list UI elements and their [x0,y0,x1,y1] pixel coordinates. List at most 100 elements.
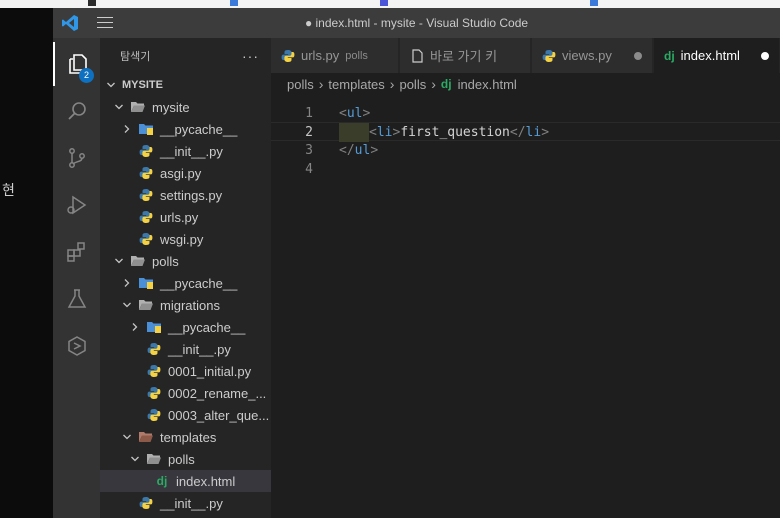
vscode-window: ● index.html - mysite - Visual Studio Co… [53,8,780,518]
file-icon [410,48,424,63]
title-bar: ● index.html - mysite - Visual Studio Co… [53,8,780,38]
tree-file[interactable]: dj index.html [100,470,271,492]
tree-item-label: __pycache__ [160,275,238,291]
tree-folder[interactable]: __pycache__ [100,272,271,294]
tree-file[interactable]: __init__.py [100,338,271,360]
code-line: 1 <ul> [271,104,780,123]
tree-item-label: asgi.py [160,165,202,181]
tree-item-label: settings.py [160,187,223,203]
chevron-right-icon[interactable] [128,320,142,334]
tab-index-html[interactable]: dj index.html [654,38,780,73]
tree-folder[interactable]: __pycache__ [100,118,271,140]
python-icon [138,231,154,247]
breadcrumb-item[interactable]: templates [328,77,384,92]
tree-item-label: __pycache__ [168,319,246,335]
chevron-down-icon[interactable] [120,298,134,312]
chevron-right-icon[interactable] [120,276,134,290]
tree-item-label: MYSITE [122,79,163,91]
window-title: ● index.html - mysite - Visual Studio Co… [304,16,529,30]
run-debug-icon[interactable] [53,183,100,227]
tree-item-label: 0003_alter_que... [168,407,270,423]
testing-icon[interactable] [53,277,100,321]
background-mark [380,0,388,6]
explorer-badge: 2 [79,68,94,83]
editor-tabs: urls.py polls 바로 가기 키 views.py dj index.… [271,38,780,73]
breadcrumb-file[interactable]: index.html [458,77,517,92]
tree-folder[interactable]: templates [100,426,271,448]
explorer-root[interactable]: MYSITE [100,74,271,96]
tree-item-label: __pycache__ [160,121,238,137]
python-icon [146,341,162,357]
tree-folder[interactable]: polls [100,448,271,470]
chevron-down-icon[interactable] [112,100,126,114]
unsaved-dot-icon[interactable] [634,52,642,60]
python-icon [138,187,154,203]
python-icon [146,385,162,401]
tab-urls-py[interactable]: urls.py polls [271,38,399,73]
code-line: 3 </ul> [271,141,780,160]
tree-folder[interactable]: __pycache__ [100,316,271,338]
tree-item-label: migrations [160,297,220,313]
code-line-current: 2 <li>first_question</li> [271,122,780,142]
django-icon: dj [664,48,675,63]
python-icon [138,495,154,511]
tree-item-label: __init__.py [168,341,231,357]
tree-file[interactable]: 0002_rename_... [100,382,271,404]
background-mark [230,0,238,6]
background-text: 현 [2,183,15,199]
remote-explorer-icon[interactable] [53,324,100,368]
python-folder-icon [138,275,154,291]
tree-item-label: mysite [152,99,190,115]
search-icon[interactable] [53,89,100,133]
chevron-down-icon[interactable] [104,78,118,92]
extensions-icon[interactable] [53,230,100,274]
tree-item-label: polls [168,451,195,467]
unsaved-dot-icon[interactable] [761,52,769,60]
chevron-down-icon[interactable] [120,430,134,444]
tree-item-label: templates [160,429,217,445]
tree-folder[interactable]: migrations [100,294,271,316]
tab-views-py[interactable]: views.py [532,38,653,73]
breadcrumb: polls › templates › polls › dj index.htm… [271,73,780,95]
tree-folder[interactable]: polls [100,250,271,272]
tree-item-label: index.html [176,473,236,489]
tab-description: polls [345,49,368,62]
line-number: 1 [305,106,313,121]
line-number: 2 [305,125,313,140]
tab-shortcuts[interactable]: 바로 가기 키 [400,38,531,73]
breadcrumb-item[interactable]: polls [287,77,314,92]
tree-file[interactable]: __init__.py [100,140,271,162]
tab-label: 바로 가기 키 [430,49,498,64]
line-number: 3 [305,143,313,158]
chevron-down-icon[interactable] [128,452,142,466]
django-icon: dj [440,77,452,91]
tree-file[interactable]: __init__.py [100,492,271,514]
more-actions-icon[interactable]: ··· [242,48,259,64]
folder-icon [146,451,162,467]
breadcrumb-item[interactable]: polls [399,77,426,92]
folder-icon [130,99,146,115]
tab-label: index.html [680,48,740,63]
tree-file[interactable]: wsgi.py [100,228,271,250]
explorer-icon[interactable]: 2 [53,42,100,86]
tree-folder[interactable]: mysite [100,96,271,118]
file-tree: MYSITE mysite __pycache__ __init__.py asgi.p… [100,74,271,514]
tree-file[interactable]: urls.py [100,206,271,228]
python-icon [146,363,162,379]
source-control-icon[interactable] [53,136,100,180]
tree-file[interactable]: asgi.py [100,162,271,184]
chevron-down-icon[interactable] [112,254,126,268]
explorer-header: 탐색기 ··· [100,38,271,74]
tree-file[interactable]: 0003_alter_que... [100,404,271,426]
python-icon [138,209,154,225]
tree-file[interactable]: 0001_initial.py [100,360,271,382]
folder-icon [138,297,154,313]
tree-item-label: 0001_initial.py [168,363,252,379]
indent-highlight [339,123,369,142]
line-number: 4 [305,162,313,177]
code-editor[interactable]: 1 <ul> 2 <li>first_question</li> 3 </ul>… [271,95,780,518]
tree-file[interactable]: settings.py [100,184,271,206]
python-icon [146,407,162,423]
tree-item-label: 0002_rename_... [168,385,267,401]
chevron-right-icon[interactable] [120,122,134,136]
